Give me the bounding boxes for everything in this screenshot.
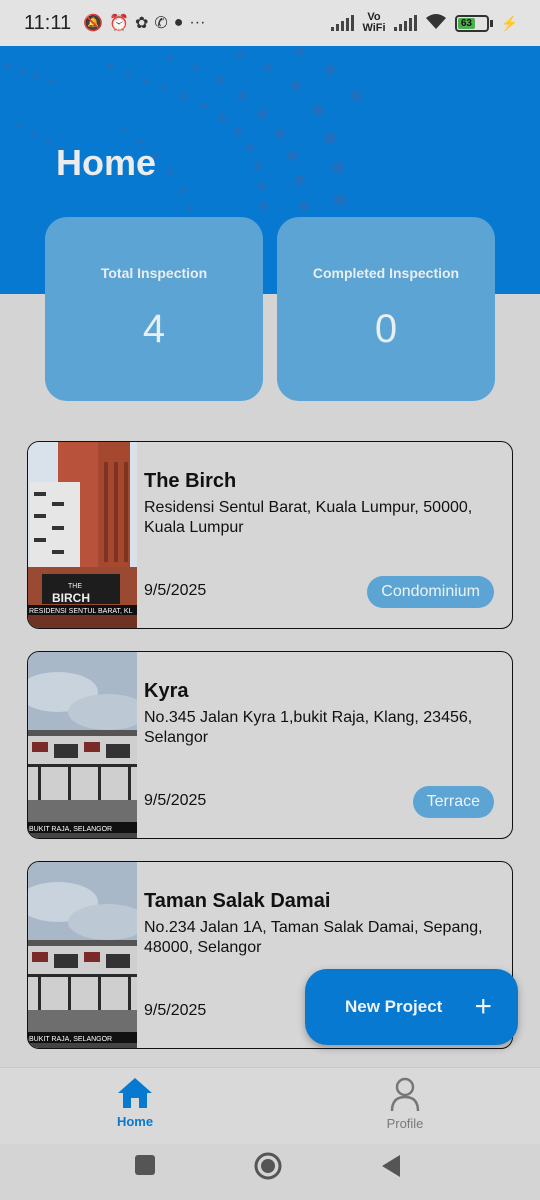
project-name: Kyra [144, 680, 189, 702]
project-address: Residensi Sentul Barat, Kuala Lumpur, 50… [144, 499, 473, 536]
total-inspection-label: Total Inspection [100, 265, 208, 281]
svg-text:BIRCH: BIRCH [52, 591, 90, 605]
project-type-badge: Condominium [367, 576, 494, 608]
new-project-button[interactable]: New Project + [305, 969, 518, 1045]
svg-text:THE: THE [68, 583, 82, 590]
status-bar: 11:11 🔕 ⏰ ✿ ✆ ● ··· Vo WiFi 63 ⚡ [0, 0, 540, 46]
completed-inspection-value: 0 [374, 307, 398, 351]
project-thumbnail: BUKIT RAJA, SELANGOR [28, 862, 137, 1048]
total-inspection-value: 4 [142, 307, 166, 351]
nav-home[interactable]: Home [90, 1076, 180, 1129]
project-date: 9/5/2025 [144, 792, 207, 809]
project-card[interactable]: BUKIT RAJA, SELANGOR Kyra No.345 Jalan K… [27, 651, 513, 839]
thumbnail-caption: BUKIT RAJA, SELANGOR [29, 1036, 112, 1043]
nav-profile[interactable]: Profile [360, 1076, 450, 1131]
project-name: The Birch [144, 470, 237, 492]
recent-apps-icon[interactable] [134, 1154, 156, 1176]
profile-icon [390, 1077, 420, 1112]
chat-icon: ● [173, 14, 184, 31]
page-title: Home [56, 142, 157, 183]
completed-inspection-label: Completed Inspection [312, 265, 460, 281]
home-circle-icon[interactable] [254, 1152, 282, 1180]
completed-inspection-card: Completed Inspection 0 [277, 217, 495, 401]
nav-profile-label: Profile [386, 1116, 424, 1131]
cell-signal-icon [331, 15, 355, 31]
more-notifications-icon: ··· [189, 14, 206, 31]
wifi-icon [425, 13, 447, 33]
project-date: 9/5/2025 [144, 582, 207, 599]
charging-icon: ⚡ [500, 14, 518, 31]
whatsapp-icon: ✆ [154, 15, 168, 32]
vowifi-indicator: Vo WiFi [362, 11, 386, 34]
bottom-navigation: Home Profile [0, 1067, 540, 1144]
battery-level: 63 [457, 17, 476, 29]
home-icon [118, 1078, 152, 1108]
alarm-icon: ⏰ [109, 15, 129, 32]
plus-icon: + [474, 990, 492, 1023]
project-type-badge: Terrace [412, 786, 494, 818]
mute-icon: 🔕 [83, 15, 104, 32]
app-notification-icon: ✿ [134, 15, 149, 32]
project-date: 9/5/2025 [144, 1002, 207, 1019]
battery-icon: 63 [454, 14, 493, 32]
project-thumbnail: BUKIT RAJA, SELANGOR [28, 652, 137, 838]
project-thumbnail: THE BIRCH RESIDENSI SENTUL BARAT, KL [28, 442, 137, 628]
cell-signal-2-icon [393, 15, 417, 31]
project-name: Taman Salak Damai [144, 890, 331, 912]
thumbnail-caption: RESIDENSI SENTUL BARAT, KL [29, 608, 133, 615]
project-address: No.345 Jalan Kyra 1,bukit Raja, Klang, 2… [144, 709, 473, 746]
thumbnail-caption: BUKIT RAJA, SELANGOR [29, 826, 112, 833]
system-navigation-bar [0, 1144, 540, 1200]
status-time: 11:11 [24, 11, 72, 34]
project-card[interactable]: THE BIRCH RESIDENSI SENTUL BARAT, KL The… [27, 441, 513, 629]
nav-home-label: Home [116, 1114, 154, 1129]
back-icon[interactable] [380, 1154, 402, 1178]
total-inspection-card: Total Inspection 4 [45, 217, 263, 401]
new-project-label: New Project [345, 997, 443, 1016]
project-address: No.234 Jalan 1A, Taman Salak Damai, Sepa… [144, 919, 483, 956]
